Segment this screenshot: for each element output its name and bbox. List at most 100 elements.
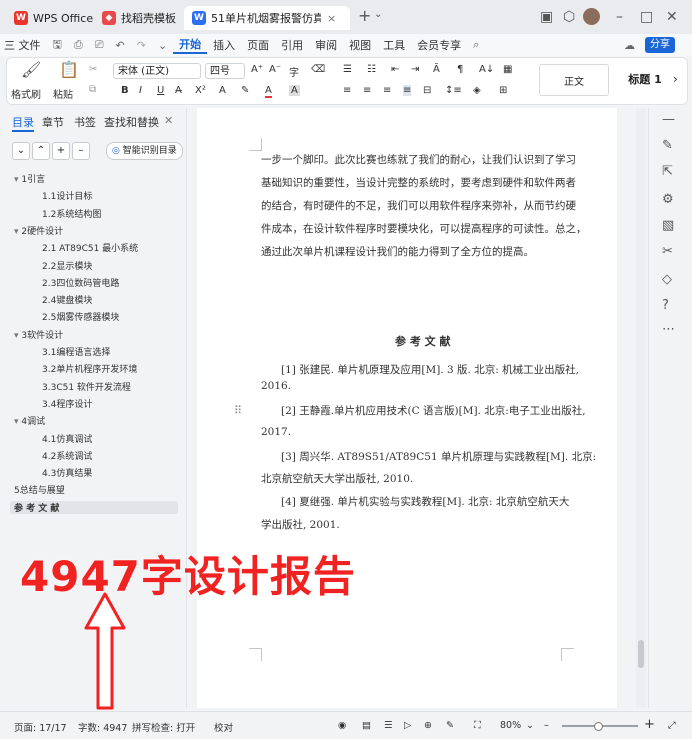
border-icon[interactable]: ⊞ — [499, 85, 507, 96]
new-tab-button[interactable]: + — [358, 6, 371, 25]
add-heading-button[interactable]: + — [52, 142, 70, 160]
highlight-button[interactable]: ✎ — [241, 85, 249, 96]
pen-mode-icon[interactable]: ✎ — [446, 720, 454, 731]
select-cursor-icon[interactable]: ⇱ — [662, 164, 673, 179]
text-effect-button[interactable]: A — [219, 85, 226, 96]
collapse-all-button[interactable]: ⌄ — [12, 142, 30, 160]
font-name-select[interactable]: 宋体 (正文) — [113, 63, 201, 79]
web-view-icon[interactable]: ⊕ — [424, 720, 432, 731]
style-normal[interactable]: 正文 — [539, 64, 609, 96]
shading-icon[interactable]: ◈ — [473, 85, 481, 96]
more-icon[interactable]: ⋯ — [662, 322, 675, 337]
zoom-level[interactable]: 80% — [500, 720, 521, 731]
eye-icon[interactable]: ◉ — [338, 720, 346, 731]
outline-item[interactable]: 3.1编程语言选择 — [42, 345, 110, 358]
close-panel-icon[interactable]: ✕ — [164, 114, 173, 127]
tools-icon[interactable]: ✂ — [662, 244, 673, 259]
vertical-scrollbar[interactable] — [636, 108, 646, 708]
sort-icon[interactable]: A↓ — [479, 64, 494, 75]
outline-item[interactable]: 2.5烟雾传感器模块 — [42, 310, 119, 323]
outline-item[interactable]: 3.2单片机程序开发环境 — [42, 362, 137, 375]
shapes-icon[interactable]: ◇ — [662, 272, 672, 287]
menu-review[interactable]: 审阅 — [309, 37, 343, 53]
paste-label[interactable]: 粘贴 — [53, 86, 73, 101]
outline-item[interactable]: 4.2系统调试 — [42, 449, 92, 462]
page-view-icon[interactable]: ▤ — [362, 720, 371, 731]
outline-item[interactable]: 2.1 AT89C51 最小系统 — [42, 241, 138, 254]
outline-item[interactable]: 3.4程序设计 — [42, 397, 92, 410]
menu-insert[interactable]: 插入 — [207, 37, 241, 53]
scrollbar-thumb[interactable] — [638, 640, 644, 668]
outline-item[interactable]: 2.4键盘模块 — [42, 293, 92, 306]
avatar[interactable] — [583, 8, 600, 25]
fullscreen-icon[interactable]: ⤢ — [668, 720, 676, 731]
menu-tools[interactable]: 工具 — [377, 37, 411, 53]
superscript-button[interactable]: X² — [195, 85, 206, 96]
menu-home[interactable]: 开始 — [173, 36, 208, 54]
minimize-icon[interactable]: – — [616, 9, 623, 25]
word-count[interactable]: 字数: 4947 — [78, 720, 127, 734]
menu-references[interactable]: 引用 — [275, 37, 309, 53]
outline-item[interactable]: 5总结与展望 — [14, 483, 65, 496]
undo-icon[interactable]: ↶ — [110, 39, 131, 52]
font-size-select[interactable]: 四号 — [205, 63, 245, 79]
format-painter-label[interactable]: 格式刷 — [11, 86, 41, 101]
outline-item[interactable]: 参 考 文 献 — [10, 500, 178, 514]
nav-tab-find-replace[interactable]: 查找和替换 — [104, 114, 159, 130]
zoom-in-icon[interactable]: + — [644, 717, 655, 732]
quick-save-icon[interactable]: 🖫 — [47, 36, 68, 55]
outline-item[interactable]: 4.3仿真结果 — [42, 466, 92, 479]
close-icon[interactable]: ✕ — [666, 9, 678, 25]
align-center-icon[interactable]: ≡ — [363, 85, 371, 96]
align-right-icon[interactable]: ≡ — [383, 85, 391, 96]
styles-next-icon[interactable]: › — [673, 72, 678, 86]
cube-icon[interactable]: ⬡ — [563, 9, 575, 25]
share-button[interactable]: 分享 — [645, 37, 675, 53]
chinese-layout-icon[interactable]: Ā — [433, 64, 440, 75]
tab-document[interactable]: W 51单片机烟雾报警仿真设计报 × — [184, 6, 350, 30]
distributed-icon[interactable]: ⊟ — [423, 85, 431, 96]
font-color-button[interactable]: A — [265, 85, 272, 98]
redo-icon[interactable]: ↷ — [131, 39, 152, 52]
align-left-icon[interactable]: ≡ — [343, 85, 351, 96]
justify-icon[interactable]: ≡ — [403, 85, 412, 96]
outline-item[interactable]: 3.3C51 软件开发流程 — [42, 380, 131, 393]
cut-icon[interactable]: ✂ — [89, 64, 97, 75]
close-tab-icon[interactable]: × — [327, 12, 336, 25]
zoom-slider-knob[interactable] — [594, 722, 603, 731]
underline-button[interactable]: U — [157, 85, 164, 96]
zoom-dropdown-icon[interactable]: ⌄ — [526, 720, 534, 731]
proof-button[interactable]: 校对 — [214, 720, 233, 734]
outline-item[interactable]: 2.3四位数码管电路 — [42, 276, 119, 289]
table-border-icon[interactable]: ▦ — [503, 64, 512, 75]
file-menu[interactable]: 三 文件 — [0, 37, 47, 53]
increase-indent-icon[interactable]: ⇥ — [411, 64, 419, 75]
image-edit-icon[interactable]: ▧ — [662, 218, 674, 233]
pen-icon[interactable]: ✎ — [662, 138, 673, 153]
bullets-icon[interactable]: ☰ — [343, 64, 352, 75]
smart-toc-button[interactable]: ◎ 智能识别目录 — [106, 142, 183, 160]
sliders-icon[interactable]: ⚙ — [662, 192, 674, 207]
expand-button[interactable]: ⌃ — [32, 142, 50, 160]
print-icon[interactable]: ⎚ — [89, 38, 110, 52]
fit-icon[interactable]: ⛶ — [474, 720, 481, 731]
cloud-icon[interactable]: ☁ — [624, 39, 635, 52]
paste-icon[interactable]: 📋 — [59, 60, 79, 79]
numbering-icon[interactable]: ☷ — [367, 64, 376, 75]
phonetic-icon[interactable]: 字 — [289, 64, 299, 79]
style-heading-1[interactable]: 标题 1 — [611, 64, 679, 94]
decrease-indent-icon[interactable]: ⇤ — [391, 64, 399, 75]
clear-format-icon[interactable]: ⌫ — [311, 64, 325, 75]
outline-item[interactable]: 2.2显示模块 — [42, 259, 92, 272]
window-layout-icon[interactable]: ▣ — [540, 9, 553, 25]
italic-button[interactable]: I — [139, 85, 142, 96]
menu-view[interactable]: 视图 — [343, 37, 377, 53]
nav-tab-sections[interactable]: 章节 — [42, 114, 64, 130]
zoom-out-icon[interactable]: – — [544, 720, 549, 731]
outline-item[interactable]: 1.2系统结构图 — [42, 207, 101, 220]
strikethrough-button[interactable]: A̶ — [175, 85, 182, 96]
tab-list-chevron-icon[interactable]: ⌄ — [374, 9, 382, 20]
char-shading-button[interactable]: A — [289, 85, 300, 96]
format-painter-icon[interactable]: 🖌 — [21, 60, 41, 79]
copy-icon[interactable]: ⧉ — [89, 84, 96, 95]
